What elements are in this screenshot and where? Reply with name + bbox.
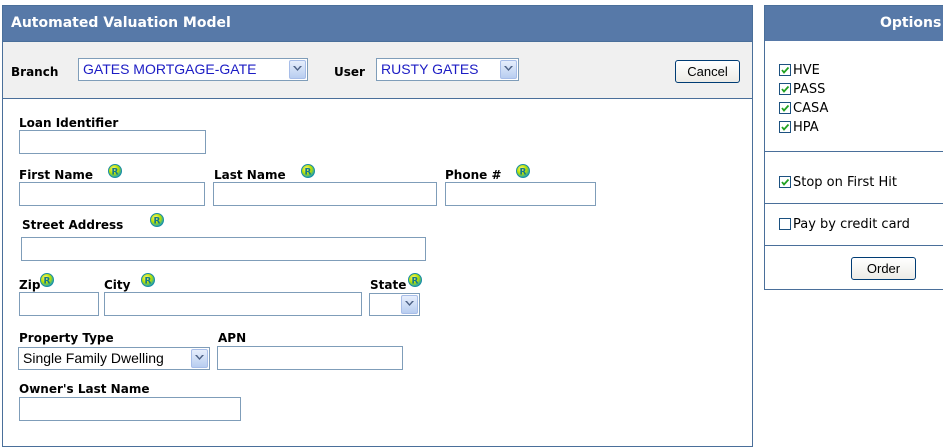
checkmark-icon [781,104,790,112]
chevron-down-icon[interactable] [401,295,418,314]
city-label: City [104,278,131,292]
checkmark-icon [781,178,790,186]
pay-by-credit-card-label: Pay by credit card [793,216,910,232]
option-pass[interactable]: PASS [779,81,825,97]
loan-identifier-label: Loan Identifier [19,116,119,130]
branch-select-value: GATES MORTGAGE-GATE [83,61,257,77]
required-icon: R [516,164,530,178]
stop-on-first-hit-checkbox[interactable] [779,176,791,188]
branch-select[interactable]: GATES MORTGAGE-GATE [78,58,308,81]
owner-last-name-input[interactable] [19,397,241,421]
phone-label: Phone # [445,168,502,182]
user-select-value: RUSTY GATES [381,61,479,77]
svg-text:R: R [112,168,119,178]
owner-last-name-label: Owner's Last Name [19,382,150,396]
option-pay-by-credit-card[interactable]: Pay by credit card [779,216,910,232]
options-panel-title: Options [765,6,943,41]
option-hpa[interactable]: HPA [779,119,819,135]
stop-on-first-hit-label: Stop on First Hit [793,174,897,190]
casa-checkbox[interactable] [779,102,791,114]
options-divider [765,151,943,152]
user-select[interactable]: RUSTY GATES [376,58,519,81]
required-icon: R [141,273,155,287]
street-address-label: Street Address [22,218,124,232]
property-type-select[interactable]: Single Family Dwelling [18,347,210,370]
zip-label: Zip [19,278,41,292]
avm-toolbar: Branch GATES MORTGAGE-GATE User RUSTY GA… [3,41,752,99]
svg-text:R: R [154,217,161,227]
first-name-label: First Name [19,168,94,182]
option-casa[interactable]: CASA [779,100,828,116]
options-divider [765,203,943,204]
pay-by-credit-card-checkbox[interactable] [779,218,791,230]
required-icon: R [408,273,422,287]
casa-label: CASA [793,100,829,116]
avm-panel: Automated Valuation Model Branch GATES M… [2,5,753,447]
apn-label: APN [218,331,247,345]
svg-text:R: R [145,277,152,287]
hve-checkbox[interactable] [779,64,791,76]
last-name-input[interactable] [213,182,437,206]
option-stop-on-first-hit[interactable]: Stop on First Hit [779,174,897,190]
svg-text:R: R [44,277,51,287]
loan-identifier-input[interactable] [19,130,206,154]
options-panel: Options HVE PASS CASA HPA Stop on First … [764,5,943,290]
option-hve[interactable]: HVE [779,62,820,78]
required-icon: R [40,273,54,287]
required-icon: R [108,164,122,178]
svg-text:R: R [520,168,527,178]
hpa-label: HPA [793,119,819,135]
order-button[interactable]: Order [851,257,916,280]
checkmark-icon [781,66,790,74]
branch-label: Branch [11,65,59,79]
checkmark-icon [781,123,790,131]
checkmark-icon [781,85,790,93]
property-type-value: Single Family Dwelling [23,350,164,366]
phone-input[interactable] [445,182,596,206]
pass-label: PASS [793,81,826,97]
required-icon: R [301,164,315,178]
zip-input[interactable] [19,292,99,316]
chevron-down-icon[interactable] [289,60,306,79]
apn-input[interactable] [217,346,403,370]
avm-panel-title: Automated Valuation Model [3,6,752,41]
hve-label: HVE [793,62,820,78]
cancel-button[interactable]: Cancel [675,60,740,83]
options-divider [765,245,943,246]
state-select[interactable] [369,293,420,316]
required-icon: R [150,213,164,227]
svg-text:R: R [305,168,312,178]
last-name-label: Last Name [214,168,286,182]
property-type-label: Property Type [19,331,114,345]
chevron-down-icon[interactable] [500,60,517,79]
svg-text:R: R [412,277,419,287]
user-label: User [334,65,365,79]
state-label: State [370,278,407,292]
street-address-input[interactable] [21,237,426,261]
pass-checkbox[interactable] [779,83,791,95]
chevron-down-icon[interactable] [191,349,208,368]
city-input[interactable] [104,292,362,316]
hpa-checkbox[interactable] [779,121,791,133]
first-name-input[interactable] [19,182,205,206]
